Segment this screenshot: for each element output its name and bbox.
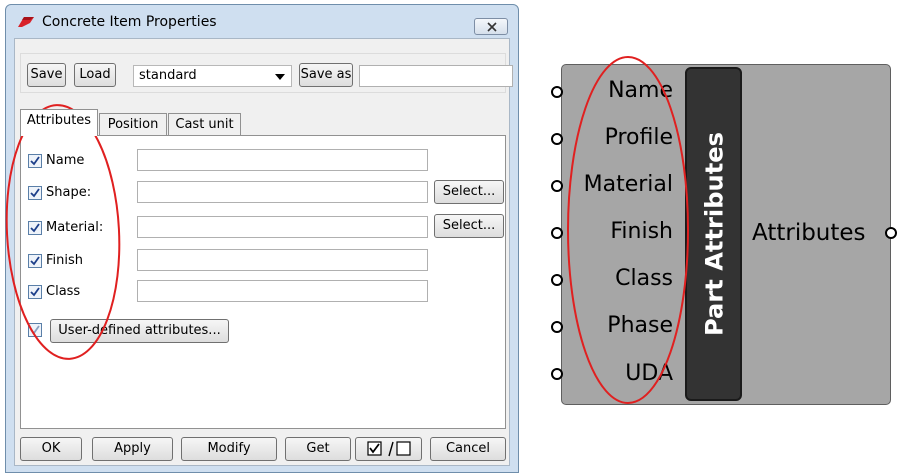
annotation-ellipse-dialog [5, 104, 121, 360]
tab-attributes[interactable]: Attributes [20, 109, 98, 136]
annotation-ellipse-component [567, 56, 689, 404]
annotation-overlay [5, 56, 689, 404]
